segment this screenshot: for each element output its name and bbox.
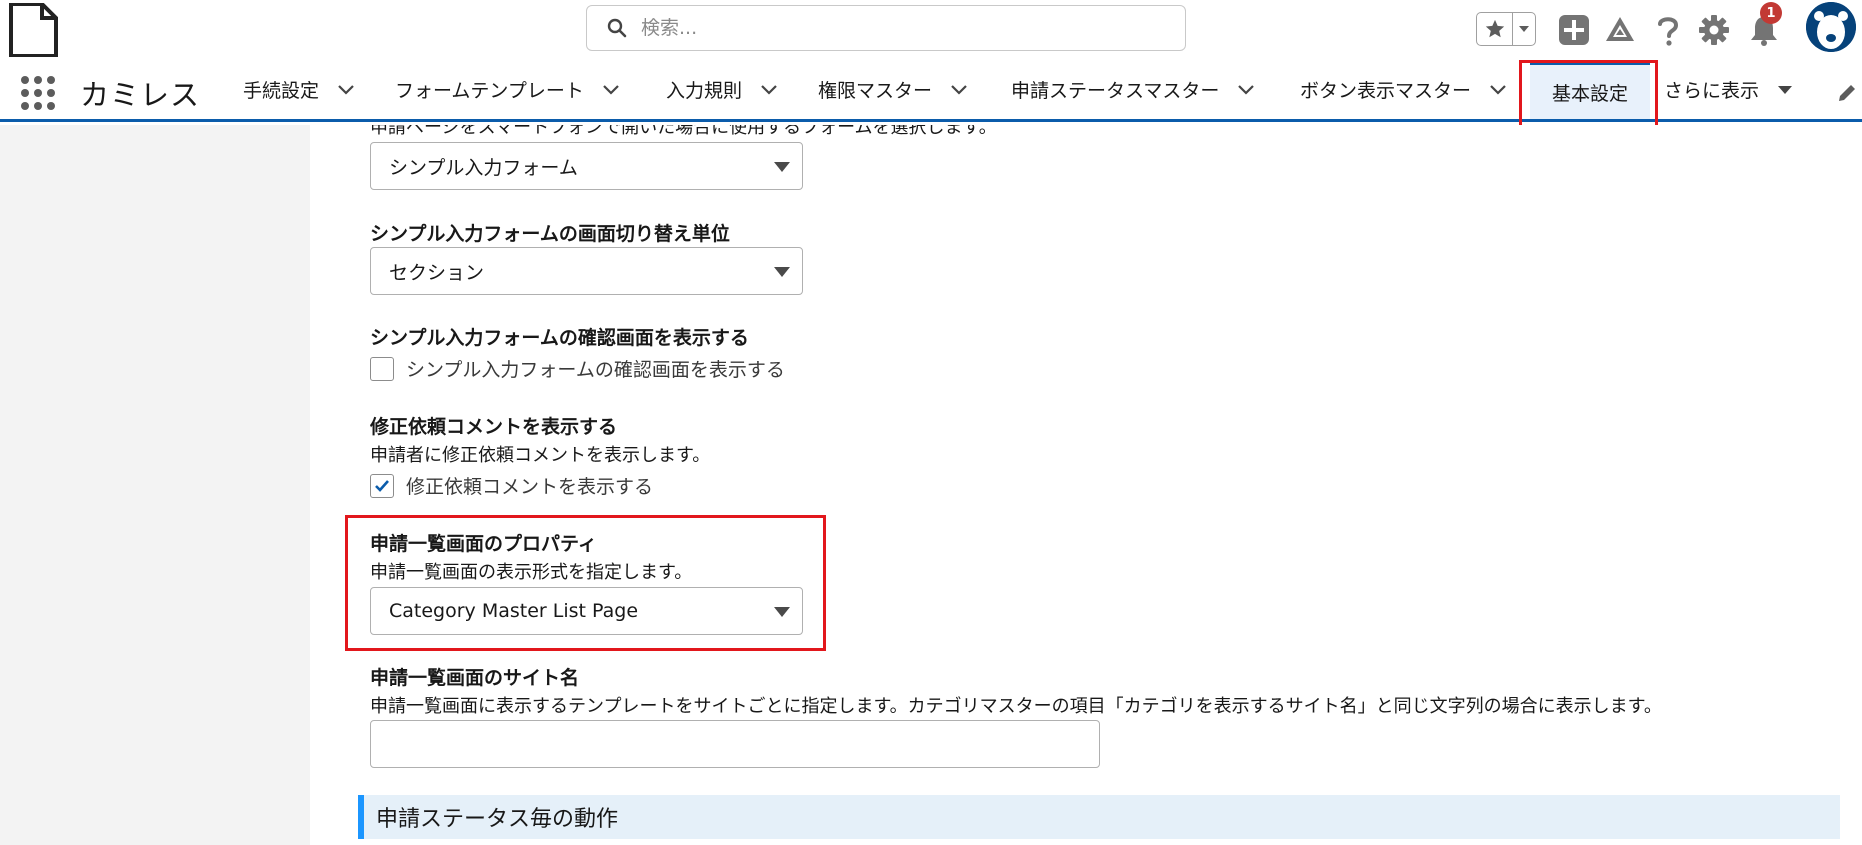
select-value: シンプル入力フォーム: [389, 156, 578, 179]
checkbox-label: シンプル入力フォームの確認画面を表示する: [406, 359, 785, 381]
chevron-down-icon[interactable]: [1237, 84, 1255, 96]
trailhead-icon[interactable]: [1602, 12, 1638, 48]
tab-label: 入力規則: [666, 80, 743, 102]
site-name-help: 申請一覧画面に表示するテンプレートをサイトごとに指定します。カテゴリマスターの項…: [370, 696, 1662, 717]
tab-input-rules[interactable]: 入力規則: [666, 60, 778, 119]
global-create-icon[interactable]: [1556, 12, 1592, 48]
checkbox-label: 修正依頼コメントを表示する: [406, 476, 654, 498]
caret-down-icon[interactable]: [1777, 85, 1793, 95]
search-icon: [607, 18, 627, 38]
bear-avatar-icon: [1806, 2, 1856, 52]
tab-label: フォームテンプレート: [395, 80, 584, 102]
favorites-star-icon[interactable]: [1477, 13, 1513, 45]
tab-label: さらに表示: [1664, 80, 1760, 102]
list-property-label: 申請一覧画面のプロパティ: [370, 533, 597, 555]
favorites-dropdown-icon[interactable]: [1513, 13, 1535, 45]
chevron-down-icon[interactable]: [1489, 84, 1507, 96]
app-name: カミレス: [80, 78, 201, 112]
search-input[interactable]: [641, 17, 1161, 39]
chevron-down-icon[interactable]: [602, 84, 620, 96]
section-header-status-actions: 申請ステータス毎の動作: [358, 795, 1840, 839]
smartphone-form-select[interactable]: シンプル入力フォーム: [370, 142, 803, 190]
site-name-input[interactable]: [370, 720, 1100, 768]
tab-more[interactable]: さらに表示: [1664, 60, 1793, 119]
confirm-screen-checkbox[interactable]: [370, 356, 394, 381]
select-value: Category Master List Page: [389, 600, 639, 622]
user-avatar[interactable]: [1806, 2, 1856, 52]
confirm-screen-checkbox-row[interactable]: シンプル入力フォームの確認画面を表示する: [370, 355, 785, 382]
select-value: セクション: [389, 261, 485, 284]
global-header: 1: [0, 0, 1862, 60]
tab-label: 基本設定: [1552, 82, 1629, 105]
notification-count-badge: 1: [1760, 2, 1782, 24]
dropdown-caret-icon: [774, 607, 790, 617]
revision-comment-checkbox-row[interactable]: 修正依頼コメントを表示する: [370, 472, 653, 499]
confirm-screen-label: シンプル入力フォームの確認画面を表示する: [370, 327, 749, 349]
tab-label: 手続設定: [243, 80, 320, 102]
tab-application-status-master[interactable]: 申請ステータスマスター: [1011, 60, 1255, 119]
favorites-group[interactable]: [1476, 12, 1536, 46]
switch-unit-select[interactable]: セクション: [370, 247, 803, 295]
section-title: 申請ステータス毎の動作: [376, 807, 619, 832]
list-property-select[interactable]: Category Master List Page: [370, 587, 803, 635]
tab-procedure-settings[interactable]: 手続設定: [243, 60, 355, 119]
left-gutter: [0, 125, 310, 845]
tab-permission-master[interactable]: 権限マスター: [818, 60, 968, 119]
site-name-label: 申請一覧画面のサイト名: [370, 667, 580, 689]
tab-button-display-master[interactable]: ボタン表示マスター: [1300, 60, 1507, 119]
app-launcher-grid-icon[interactable]: [20, 75, 56, 111]
revision-comment-label: 修正依頼コメントを表示する: [370, 416, 618, 438]
revision-comment-checkbox[interactable]: [370, 473, 394, 498]
tab-label: 申請ステータスマスター: [1011, 80, 1220, 102]
switch-unit-label: シンプル入力フォームの画面切り替え単位: [370, 223, 730, 245]
dropdown-caret-icon: [774, 162, 790, 172]
tab-basic-settings[interactable]: 基本設定: [1530, 60, 1651, 119]
checkmark-icon: [375, 479, 389, 492]
help-icon[interactable]: [1650, 12, 1686, 48]
edit-nav-pencil-icon[interactable]: [1836, 82, 1858, 104]
chevron-down-icon[interactable]: [760, 84, 778, 96]
tab-label: 権限マスター: [818, 80, 933, 102]
chevron-down-icon[interactable]: [337, 84, 355, 96]
chevron-down-icon[interactable]: [950, 84, 968, 96]
document-logo-icon[interactable]: [8, 3, 58, 57]
setup-gear-icon[interactable]: [1696, 12, 1732, 48]
dropdown-caret-icon: [774, 267, 790, 277]
app-nav-bar: カミレス 手続設定 フォームテンプレート 入力規則 権限マスター 申請ステータス…: [0, 60, 1862, 122]
tab-form-template[interactable]: フォームテンプレート: [395, 60, 620, 119]
tab-label: ボタン表示マスター: [1300, 80, 1472, 102]
global-search[interactable]: [586, 5, 1186, 51]
revision-comment-help: 申請者に修正依頼コメントを表示します。: [370, 445, 711, 466]
list-property-help: 申請一覧画面の表示形式を指定します。: [370, 562, 693, 583]
